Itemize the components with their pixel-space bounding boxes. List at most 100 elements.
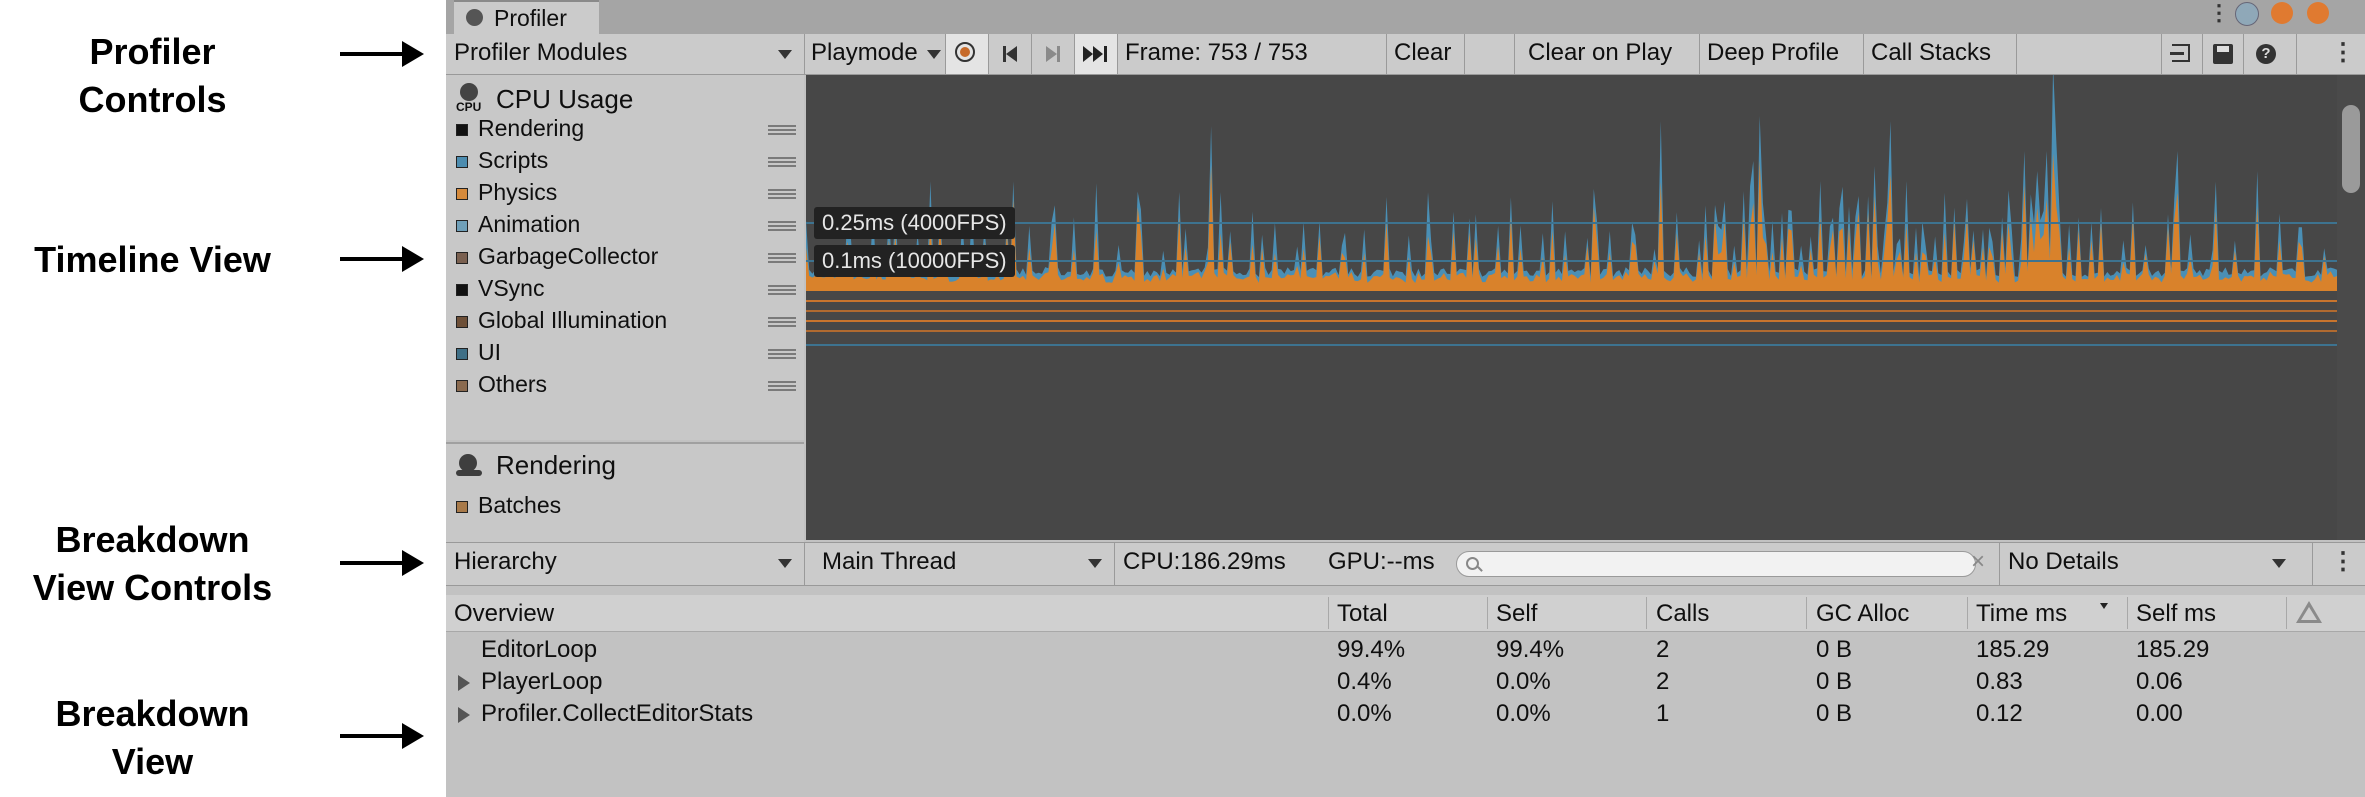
- legend-swatch: [456, 380, 468, 392]
- cell-selfms: 185.29: [2136, 636, 2210, 663]
- divider: [2016, 34, 2017, 74]
- scrollbar-thumb[interactable]: [2342, 105, 2360, 193]
- breakdown-controls: Hierarchy Main Thread CPU:186.29ms GPU:-…: [446, 542, 2365, 586]
- column-header-time-ms[interactable]: Time ms: [1976, 595, 2067, 631]
- clear-search-icon[interactable]: ×: [1971, 543, 1985, 583]
- drag-handle-icon[interactable]: [768, 157, 796, 167]
- kebab-menu-icon[interactable]: ⋮: [2208, 0, 2230, 26]
- search-icon: [1466, 557, 1479, 570]
- column-header-self[interactable]: Self: [1496, 595, 1537, 631]
- legend-item-global-illumination[interactable]: Global Illumination: [456, 307, 796, 337]
- load-arrow-icon: [2170, 52, 2184, 55]
- table-row[interactable]: Profiler.CollectEditorStats 0.0% 0.0% 1 0 B 0…: [446, 698, 2365, 730]
- annotation-arrow: [340, 246, 424, 272]
- tab-profiler[interactable]: Profiler: [454, 0, 599, 34]
- divider: [1514, 34, 1515, 74]
- record-button[interactable]: [946, 34, 988, 74]
- drag-handle-icon[interactable]: [768, 221, 796, 231]
- column-header-total[interactable]: Total: [1337, 595, 1388, 631]
- fast-forward-bar: [1104, 46, 1107, 62]
- profiler-icon: [466, 9, 483, 26]
- cpu-time: CPU:186.29ms: [1123, 548, 1286, 575]
- next-frame-button[interactable]: [1032, 34, 1074, 74]
- legend-swatch: [456, 252, 468, 264]
- cpu-icon: CPU: [456, 81, 484, 115]
- drag-handle-icon[interactable]: [768, 317, 796, 327]
- divider: [2296, 34, 2297, 74]
- drag-handle-icon[interactable]: [768, 125, 796, 135]
- legend-item-physics[interactable]: Physics: [456, 179, 796, 209]
- deep-profile-toggle[interactable]: Deep Profile: [1707, 34, 1839, 74]
- table-row[interactable]: EditorLoop 99.4% 99.4% 2 0 B 185.29 185.29: [446, 634, 2365, 666]
- thread-dropdown[interactable]: Main Thread: [814, 543, 1109, 583]
- module-title[interactable]: CPU Usage: [496, 84, 633, 115]
- legend-item-garbagecollector[interactable]: GarbageCollector: [456, 243, 796, 273]
- view-dropdown[interactable]: Hierarchy: [446, 543, 804, 583]
- chart-scrollbar[interactable]: [2337, 75, 2365, 540]
- column-header-self-ms[interactable]: Self ms: [2136, 595, 2216, 631]
- cell-total: 0.0%: [1337, 700, 1392, 727]
- kebab-menu-icon[interactable]: ⋮: [2331, 543, 2355, 583]
- column-header-overview[interactable]: Overview: [454, 595, 554, 631]
- module-title[interactable]: Rendering: [496, 450, 616, 481]
- current-frame-button[interactable]: [1075, 34, 1117, 74]
- clear-on-play-toggle[interactable]: Clear on Play: [1528, 34, 1672, 74]
- cell-total: 0.4%: [1337, 668, 1392, 695]
- legend-item-ui[interactable]: UI: [456, 339, 796, 369]
- drag-handle-icon[interactable]: [768, 381, 796, 391]
- search-input[interactable]: [1456, 551, 1976, 577]
- cell-self: 0.0%: [1496, 668, 1551, 695]
- legend-label: Scripts: [478, 147, 549, 173]
- clear-button[interactable]: Clear: [1394, 34, 1451, 74]
- profiler-modules-dropdown[interactable]: Profiler Modules: [446, 34, 804, 74]
- divider: [1806, 597, 1807, 629]
- drag-handle-icon[interactable]: [768, 285, 796, 295]
- divider: [2312, 543, 2313, 585]
- fast-forward-icon-2: [1093, 46, 1103, 62]
- expand-arrow-icon[interactable]: [458, 707, 470, 723]
- legend-item-batches[interactable]: Batches: [456, 492, 796, 522]
- cell-gc: 0 B: [1816, 636, 1853, 663]
- table-row[interactable]: PlayerLoop 0.4% 0.0% 2 0 B 0.83 0.06: [446, 666, 2365, 698]
- chevron-down-icon: [2272, 559, 2286, 568]
- annotation-text: Profiler: [89, 31, 216, 72]
- first-frame-button[interactable]: [989, 34, 1031, 74]
- cell-gc: 0 B: [1816, 700, 1853, 727]
- chevron-down-icon: [778, 50, 792, 59]
- save-button[interactable]: [2203, 34, 2243, 74]
- divider: [2286, 597, 2287, 629]
- drag-handle-icon[interactable]: [768, 349, 796, 359]
- legend-item-rendering[interactable]: Rendering: [456, 115, 796, 145]
- cpu-timeline-chart[interactable]: 0.25ms (4000FPS) 0.1ms (10000FPS): [806, 75, 2337, 540]
- kebab-menu-icon[interactable]: ⋮: [2331, 34, 2355, 74]
- legend-item-scripts[interactable]: Scripts: [456, 147, 796, 177]
- warning-icon-inner: [2301, 607, 2317, 620]
- frame-counter: Frame: 753 / 753: [1125, 39, 1308, 66]
- playmode-dropdown[interactable]: Playmode: [805, 34, 945, 74]
- window-button-orange[interactable]: [2271, 2, 2293, 24]
- load-button[interactable]: [2162, 34, 2202, 74]
- divider: [2243, 34, 2244, 74]
- help-button[interactable]: ?: [2252, 34, 2292, 74]
- drag-handle-icon[interactable]: [768, 253, 796, 263]
- legend-item-others[interactable]: Others: [456, 371, 796, 401]
- fps-label-10000: 0.1ms (10000FPS): [814, 245, 1015, 277]
- legend-swatch: [456, 220, 468, 232]
- window-button-gray[interactable]: [2235, 2, 2259, 26]
- step-forward-bar: [1057, 46, 1060, 62]
- call-stacks-toggle[interactable]: Call Stacks: [1871, 34, 1991, 74]
- column-header-gc-alloc[interactable]: GC Alloc: [1816, 595, 1909, 631]
- drag-handle-icon[interactable]: [768, 189, 796, 199]
- column-header-calls[interactable]: Calls: [1656, 595, 1709, 631]
- cell-time: 185.29: [1976, 636, 2050, 663]
- annotation-text: Controls: [78, 79, 227, 120]
- annotation-text: View: [111, 741, 194, 782]
- divider: [1646, 597, 1647, 629]
- window-button-orange[interactable]: [2307, 2, 2329, 24]
- expand-arrow-icon[interactable]: [458, 675, 470, 691]
- legend-item-animation[interactable]: Animation: [456, 211, 796, 241]
- divider: [1386, 34, 1387, 74]
- legend-item-vsync[interactable]: VSync: [456, 275, 796, 305]
- dropdown-label: Profiler Modules: [454, 39, 628, 66]
- details-dropdown[interactable]: No Details: [2000, 543, 2300, 583]
